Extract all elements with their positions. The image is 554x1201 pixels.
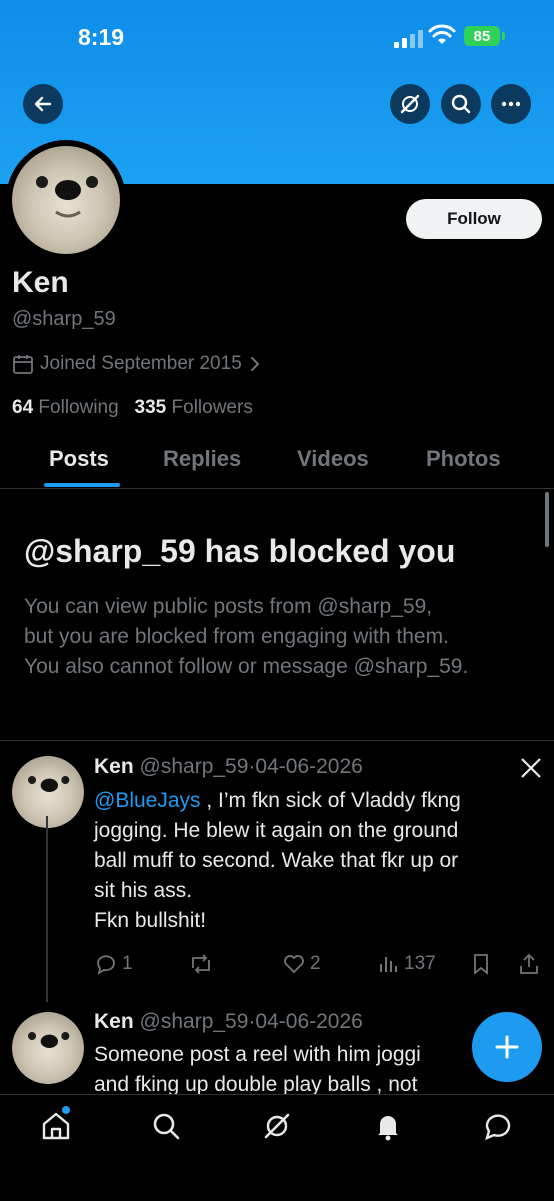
post-author-handle[interactable]: @sharp_59 (140, 755, 249, 778)
blocked-line-3: You also cannot follow or message @sharp… (24, 655, 469, 678)
status-bar: 8:19 85 (0, 0, 554, 70)
like-count: 2 (310, 953, 321, 974)
followers-link[interactable]: 335 Followers (135, 397, 253, 418)
post-author-name[interactable]: Ken (94, 1010, 134, 1033)
repost-button[interactable] (188, 952, 214, 976)
like-button[interactable]: 2 (282, 952, 321, 976)
views-chart-icon (380, 957, 397, 972)
reply-count: 1 (122, 953, 133, 974)
battery-nub (502, 32, 505, 40)
reply-icon (97, 955, 115, 975)
post-line-2: and fking up double play balls , not (94, 1073, 418, 1094)
messages-icon[interactable] (481, 1109, 515, 1143)
follow-stats: 64 Following 335 Followers (12, 397, 253, 419)
joined-date[interactable]: Joined September 2015 (12, 353, 262, 375)
calendar-icon (13, 355, 33, 374)
profile-name: Ken (12, 266, 69, 299)
views-button[interactable]: 137 (376, 952, 436, 976)
active-tab-indicator (44, 483, 120, 487)
arrow-left-icon (34, 96, 52, 112)
post-actions: 1 2 137 (94, 952, 544, 982)
post-header: Ken @sharp_59·04-06-2026 (94, 755, 363, 778)
profile-handle: @sharp_59 (12, 308, 116, 330)
tab-videos[interactable]: Videos (297, 446, 369, 472)
profile-tabs: Posts Replies Videos Photos (0, 440, 554, 489)
grok-nav-icon[interactable] (260, 1109, 294, 1143)
post-line-4: sit his ass. (94, 879, 193, 902)
otter-face-graphic (28, 776, 70, 792)
status-time: 8:19 (78, 24, 125, 50)
post-avatar[interactable] (12, 1012, 84, 1084)
post-line-2: jogging. He blew it again on the ground (94, 819, 459, 842)
post-text: @BlueJays , I’m fkn sick of Vladdy fkng … (94, 786, 539, 936)
repost-icon (192, 954, 210, 974)
plus-icon (495, 1035, 519, 1059)
home-icon[interactable] (39, 1109, 73, 1143)
grok-button[interactable] (390, 84, 430, 124)
follow-button[interactable]: Follow (406, 199, 542, 239)
more-options-button[interactable] (491, 84, 531, 124)
battery-indicator: 85 (464, 26, 500, 46)
post-line-3: ball muff to second. Wake that fkr up or (94, 849, 459, 872)
blocked-line-2: but you are blocked from engaging with t… (24, 625, 449, 648)
post-date: 04-06-2026 (255, 1010, 363, 1033)
bottom-navigation (0, 1094, 554, 1201)
post-header: Ken @sharp_59·04-06-2026 (94, 1010, 363, 1033)
x-logo-icon (521, 758, 541, 778)
bookmark-button[interactable] (470, 952, 492, 976)
otter-face-graphic (36, 176, 98, 218)
tab-replies[interactable]: Replies (163, 446, 241, 472)
followers-label: Followers (171, 397, 253, 418)
post-mention-link[interactable]: @BlueJays (94, 789, 201, 812)
thread-line (46, 816, 48, 1002)
following-label: Following (38, 397, 119, 418)
notifications-bell-icon[interactable] (371, 1109, 405, 1143)
tab-posts[interactable]: Posts (49, 446, 109, 472)
tab-photos[interactable]: Photos (426, 446, 501, 472)
joined-text: Joined September 2015 (40, 353, 242, 374)
post-author-handle[interactable]: @sharp_59 (140, 1010, 249, 1033)
blocked-description: You can view public posts from @sharp_59… (24, 592, 544, 682)
otter-face-graphic (28, 1032, 70, 1048)
scrollbar[interactable] (545, 492, 549, 547)
blocked-title: @sharp_59 has blocked you (24, 533, 456, 569)
profile-avatar[interactable] (12, 146, 120, 254)
followers-count: 335 (134, 397, 167, 418)
share-icon (520, 953, 538, 974)
following-count: 64 (12, 397, 34, 418)
post-date: 04-06-2026 (255, 755, 363, 778)
back-button[interactable] (23, 84, 63, 124)
section-divider (0, 740, 554, 741)
search-button[interactable] (441, 84, 481, 124)
reply-button[interactable]: 1 (94, 952, 133, 976)
grok-icon (400, 94, 420, 114)
explore-search-icon[interactable] (149, 1109, 183, 1143)
search-icon (451, 94, 471, 114)
wifi-icon (428, 24, 456, 44)
compose-post-button[interactable] (472, 1012, 542, 1082)
following-link[interactable]: 64 Following (12, 397, 119, 418)
blocked-line-1: You can view public posts from @sharp_59… (24, 595, 433, 618)
share-button[interactable] (518, 952, 540, 976)
post-avatar[interactable] (12, 756, 84, 828)
post-line-5: Fkn bullshit! (94, 909, 207, 932)
post-author-name[interactable]: Ken (94, 755, 134, 778)
chevron-right-icon (250, 357, 260, 371)
cellular-signal-icon (394, 28, 424, 48)
view-count: 137 (404, 953, 436, 974)
post-line-1: , I’m fkn sick of Vladdy fkng (200, 789, 461, 812)
more-dots-icon (501, 101, 521, 107)
bookmark-icon (474, 954, 488, 975)
heart-icon (284, 955, 304, 974)
